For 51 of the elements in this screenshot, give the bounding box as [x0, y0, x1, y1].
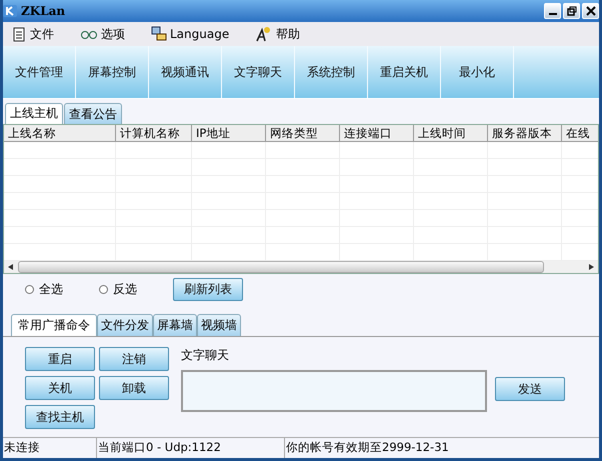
toolbar-button[interactable]: 文件管理: [3, 46, 76, 98]
command-button[interactable]: 卸载: [99, 376, 169, 400]
chat-input-field[interactable]: [181, 370, 487, 412]
chat-label: 文字聊天: [181, 347, 230, 364]
tab[interactable]: 文件分发: [97, 314, 153, 336]
toolbar-button[interactable]: 系统控制: [295, 46, 368, 98]
glasses-icon: [80, 28, 98, 40]
column-header[interactable]: 计算机名称: [116, 125, 192, 141]
column-header[interactable]: 在线: [562, 125, 598, 141]
send-button[interactable]: 发送: [495, 377, 565, 401]
command-button[interactable]: 关机: [25, 376, 95, 400]
minimize-icon: [548, 13, 556, 15]
app-logo-icon: [3, 5, 17, 17]
menu-item[interactable]: 选项: [80, 26, 125, 42]
restore-icon: [566, 6, 576, 16]
tab[interactable]: 屏幕墙: [153, 314, 197, 336]
radio-option[interactable]: 反选: [99, 280, 173, 298]
menu-item[interactable]: 文件: [11, 26, 54, 42]
tab[interactable]: 查看公告: [64, 103, 122, 124]
menu-item[interactable]: 帮助: [255, 26, 300, 42]
column-header[interactable]: 连接端口: [340, 125, 414, 141]
refresh-list-button[interactable]: 刷新列表: [173, 278, 243, 300]
status-text: 当前端口0 - Udp:1122: [97, 438, 285, 458]
command-button[interactable]: 查找主机: [25, 405, 95, 429]
document-icon: [11, 26, 27, 42]
tab[interactable]: 上线主机: [5, 103, 63, 124]
toolbar-button[interactable]: 文字聊天: [222, 46, 295, 98]
restore-button[interactable]: [563, 3, 580, 19]
command-button[interactable]: 重启: [25, 347, 95, 371]
column-header[interactable]: 网络类型: [266, 125, 340, 141]
tab[interactable]: 常用广播命令: [11, 314, 97, 336]
status-text: 未连接: [3, 438, 97, 458]
column-header[interactable]: IP地址: [192, 125, 266, 141]
window-title: ZKLan: [21, 4, 66, 18]
horizontal-scrollbar[interactable]: [4, 261, 598, 273]
column-header[interactable]: 上线时间: [414, 125, 488, 141]
menu-item[interactable]: Language: [151, 26, 230, 42]
toolbar-button[interactable]: 屏幕控制: [76, 46, 149, 98]
radio-option[interactable]: 全选: [25, 280, 99, 298]
close-button[interactable]: [582, 3, 599, 19]
column-header[interactable]: 服务器版本: [488, 125, 562, 141]
column-header[interactable]: 上线名称: [4, 125, 116, 141]
toolbar-button[interactable]: 重启关机: [368, 46, 441, 98]
toolbar-button[interactable]: 最小化: [441, 46, 514, 98]
minimize-button[interactable]: [544, 3, 561, 19]
command-button[interactable]: 注销: [99, 347, 169, 371]
status-text: 你的帐号有效期至2999-12-31: [285, 439, 450, 456]
computers-icon: [151, 26, 167, 42]
tab[interactable]: 视频墙: [197, 314, 241, 336]
toolbar-button[interactable]: 视频通讯: [149, 46, 222, 98]
close-icon: [586, 6, 596, 16]
